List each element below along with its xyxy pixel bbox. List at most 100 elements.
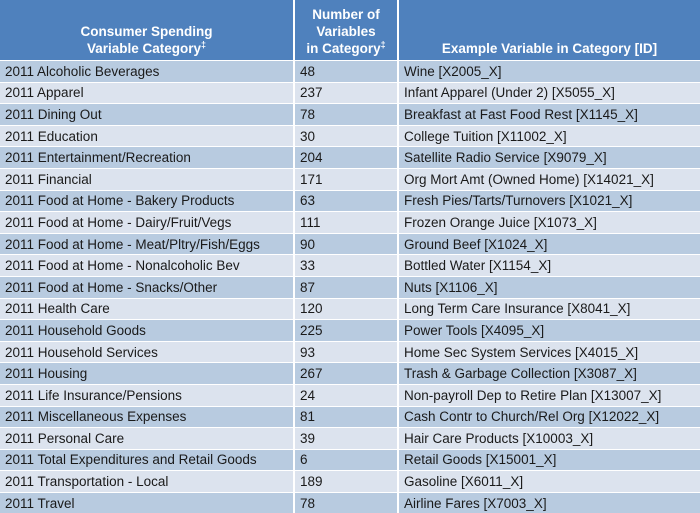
table-row: 2011 Education30College Tuition [X11002_… bbox=[0, 125, 700, 147]
table-row: 2011 Entertainment/Recreation204Satellit… bbox=[0, 147, 700, 169]
cell-example: Long Term Care Insurance [X8041_X] bbox=[398, 298, 700, 320]
header-row: Consumer Spending Variable Category‡ Num… bbox=[0, 0, 700, 61]
column-header-category-line2-text: Variable Category bbox=[87, 41, 201, 56]
cell-category: 2011 Travel bbox=[0, 492, 294, 513]
cell-example: Trash & Garbage Collection [X3087_X] bbox=[398, 363, 700, 385]
cell-count: 63 bbox=[294, 190, 398, 212]
double-dagger-icon: ‡ bbox=[381, 40, 386, 50]
table-row: 2011 Health Care120Long Term Care Insura… bbox=[0, 298, 700, 320]
table-row: 2011 Household Goods225Power Tools [X409… bbox=[0, 320, 700, 342]
table-row: 2011 Household Services93Home Sec System… bbox=[0, 341, 700, 363]
table-row: 2011 Apparel237Infant Apparel (Under 2) … bbox=[0, 82, 700, 104]
cell-category: 2011 Household Services bbox=[0, 341, 294, 363]
table-header: Consumer Spending Variable Category‡ Num… bbox=[0, 0, 700, 61]
column-header-category-line2: Variable Category‡ bbox=[4, 40, 289, 57]
cell-category: 2011 Alcoholic Beverages bbox=[0, 61, 294, 83]
column-header-example-line1: Example Variable in Category [ID] bbox=[403, 40, 696, 57]
table-row: 2011 Housing267Trash & Garbage Collectio… bbox=[0, 363, 700, 385]
cell-category: 2011 Food at Home - Snacks/Other bbox=[0, 276, 294, 298]
cell-category: 2011 Health Care bbox=[0, 298, 294, 320]
cell-count: 90 bbox=[294, 233, 398, 255]
cell-count: 48 bbox=[294, 61, 398, 83]
cell-category: 2011 Household Goods bbox=[0, 320, 294, 342]
table-row: 2011 Total Expenditures and Retail Goods… bbox=[0, 449, 700, 471]
cell-count: 171 bbox=[294, 168, 398, 190]
cell-count: 78 bbox=[294, 104, 398, 126]
cell-category: 2011 Education bbox=[0, 125, 294, 147]
cell-example: Nuts [X1106_X] bbox=[398, 276, 700, 298]
table-body: 2011 Alcoholic Beverages48Wine [X2005_X]… bbox=[0, 61, 700, 513]
cell-category: 2011 Financial bbox=[0, 168, 294, 190]
table-row: 2011 Personal Care39Hair Care Products [… bbox=[0, 428, 700, 450]
cell-example: Airline Fares [X7003_X] bbox=[398, 492, 700, 513]
table-row: 2011 Financial171Org Mort Amt (Owned Hom… bbox=[0, 168, 700, 190]
cell-category: 2011 Life Insurance/Pensions bbox=[0, 384, 294, 406]
table-row: 2011 Dining Out78Breakfast at Fast Food … bbox=[0, 104, 700, 126]
cell-example: Satellite Radio Service [X9079_X] bbox=[398, 147, 700, 169]
table-row: 2011 Food at Home - Nonalcoholic Bev33Bo… bbox=[0, 255, 700, 277]
table-row: 2011 Food at Home - Bakery Products63Fre… bbox=[0, 190, 700, 212]
cell-count: 24 bbox=[294, 384, 398, 406]
cell-example: Gasoline [X6011_X] bbox=[398, 471, 700, 493]
column-header-category: Consumer Spending Variable Category‡ bbox=[0, 0, 294, 61]
column-header-count-line3: in Category‡ bbox=[299, 40, 393, 57]
cell-example: Breakfast at Fast Food Rest [X1145_X] bbox=[398, 104, 700, 126]
double-dagger-icon: ‡ bbox=[201, 40, 206, 50]
cell-count: 189 bbox=[294, 471, 398, 493]
cell-count: 30 bbox=[294, 125, 398, 147]
column-header-count-line1: Number of bbox=[299, 6, 393, 23]
cell-example: Non-payroll Dep to Retire Plan [X13007_X… bbox=[398, 384, 700, 406]
cell-category: 2011 Food at Home - Meat/Pltry/Fish/Eggs bbox=[0, 233, 294, 255]
cell-count: 237 bbox=[294, 82, 398, 104]
cell-example: Fresh Pies/Tarts/Turnovers [X1021_X] bbox=[398, 190, 700, 212]
table-row: 2011 Miscellaneous Expenses81Cash Contr … bbox=[0, 406, 700, 428]
cell-example: Org Mort Amt (Owned Home) [X14021_X] bbox=[398, 168, 700, 190]
cell-example: College Tuition [X11002_X] bbox=[398, 125, 700, 147]
cell-count: 81 bbox=[294, 406, 398, 428]
table-row: 2011 Life Insurance/Pensions24Non-payrol… bbox=[0, 384, 700, 406]
cell-example: Retail Goods [X15001_X] bbox=[398, 449, 700, 471]
cell-example: Cash Contr to Church/Rel Org [X12022_X] bbox=[398, 406, 700, 428]
cell-count: 111 bbox=[294, 212, 398, 234]
cell-example: Ground Beef [X1024_X] bbox=[398, 233, 700, 255]
cell-category: 2011 Dining Out bbox=[0, 104, 294, 126]
table-row: 2011 Food at Home - Snacks/Other87Nuts [… bbox=[0, 276, 700, 298]
cell-count: 39 bbox=[294, 428, 398, 450]
column-header-category-line1: Consumer Spending bbox=[4, 23, 289, 40]
cell-example: Power Tools [X4095_X] bbox=[398, 320, 700, 342]
table-row: 2011 Travel78Airline Fares [X7003_X] bbox=[0, 492, 700, 513]
cell-count: 6 bbox=[294, 449, 398, 471]
cell-count: 33 bbox=[294, 255, 398, 277]
cell-count: 78 bbox=[294, 492, 398, 513]
cell-category: 2011 Food at Home - Nonalcoholic Bev bbox=[0, 255, 294, 277]
cell-category: 2011 Entertainment/Recreation bbox=[0, 147, 294, 169]
cell-example: Frozen Orange Juice [X1073_X] bbox=[398, 212, 700, 234]
cell-example: Bottled Water [X1154_X] bbox=[398, 255, 700, 277]
table-row: 2011 Alcoholic Beverages48Wine [X2005_X] bbox=[0, 61, 700, 83]
cell-example: Wine [X2005_X] bbox=[398, 61, 700, 83]
column-header-count-line2: Variables bbox=[299, 23, 393, 40]
cell-count: 87 bbox=[294, 276, 398, 298]
column-header-count-line3-text: in Category bbox=[306, 41, 380, 56]
table-row: 2011 Food at Home - Dairy/Fruit/Vegs111F… bbox=[0, 212, 700, 234]
cell-category: 2011 Apparel bbox=[0, 82, 294, 104]
cell-category: 2011 Food at Home - Bakery Products bbox=[0, 190, 294, 212]
cell-category: 2011 Transportation - Local bbox=[0, 471, 294, 493]
cell-count: 93 bbox=[294, 341, 398, 363]
column-header-example: Example Variable in Category [ID] bbox=[398, 0, 700, 61]
cell-category: 2011 Food at Home - Dairy/Fruit/Vegs bbox=[0, 212, 294, 234]
cell-count: 204 bbox=[294, 147, 398, 169]
cell-example: Home Sec System Services [X4015_X] bbox=[398, 341, 700, 363]
consumer-spending-variables-table: Consumer Spending Variable Category‡ Num… bbox=[0, 0, 700, 513]
cell-count: 267 bbox=[294, 363, 398, 385]
cell-category: 2011 Total Expenditures and Retail Goods bbox=[0, 449, 294, 471]
cell-count: 225 bbox=[294, 320, 398, 342]
cell-example: Hair Care Products [X10003_X] bbox=[398, 428, 700, 450]
cell-count: 120 bbox=[294, 298, 398, 320]
table-row: 2011 Food at Home - Meat/Pltry/Fish/Eggs… bbox=[0, 233, 700, 255]
cell-example: Infant Apparel (Under 2) [X5055_X] bbox=[398, 82, 700, 104]
column-header-count: Number of Variables in Category‡ bbox=[294, 0, 398, 61]
cell-category: 2011 Housing bbox=[0, 363, 294, 385]
cell-category: 2011 Personal Care bbox=[0, 428, 294, 450]
table-row: 2011 Transportation - Local189Gasoline [… bbox=[0, 471, 700, 493]
